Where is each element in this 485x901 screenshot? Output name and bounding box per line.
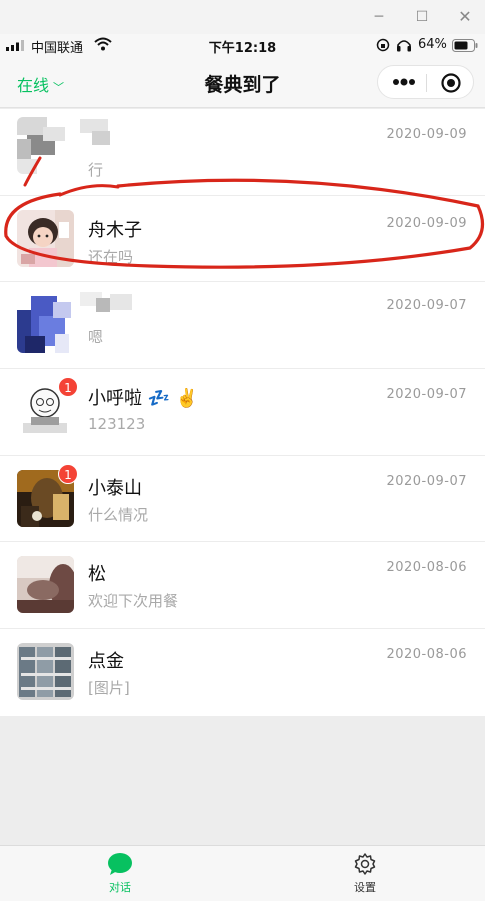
chat-date: 2020-09-09: [386, 215, 467, 231]
close-miniprogram-icon[interactable]: [440, 72, 462, 94]
window-titlebar: ─ ☐ ✕: [0, 0, 485, 34]
chat-row[interactable]: 1 小呼啦 💤 ✌️ 2020-09-07 123123: [0, 369, 485, 456]
avatar: [17, 556, 74, 614]
status-bar: 中国联通 下午12:18 64%: [0, 34, 485, 56]
chat-preview: 嗯: [88, 328, 104, 347]
chat-name: 小泰山: [88, 477, 142, 499]
chat-preview: 行: [88, 161, 104, 179]
chat-row[interactable]: 松 2020-08-06 欢迎下次用餐: [0, 542, 485, 630]
chat-date: 2020-09-09: [386, 127, 467, 142]
gear-icon: [354, 853, 376, 875]
chat-preview: 什么情况: [88, 505, 149, 524]
chat-list: 2020-09-09 行 舟木子 2020-09-09 还在吗 2020-09-…: [0, 109, 485, 716]
battery-percent: 64%: [418, 37, 447, 52]
chat-name: 点金: [88, 651, 124, 673]
chat-preview: 欢迎下次用餐: [88, 592, 179, 611]
maximize-button[interactable]: ☐: [411, 6, 433, 28]
chat-row[interactable]: 2020-09-07 嗯: [0, 282, 485, 370]
chat-row[interactable]: 1 小泰山 2020-09-07 什么情况: [0, 456, 485, 543]
chat-row[interactable]: 点金 2020-08-06 [图片]: [0, 629, 485, 716]
tab-settings-label: 设置: [354, 881, 376, 894]
chat-preview: 还在吗: [88, 247, 134, 266]
chat-preview: 123123: [88, 415, 146, 434]
chat-preview: [图片]: [88, 679, 130, 698]
tab-settings[interactable]: 设置: [325, 852, 405, 895]
nav-bar: 在线 ﹀ 餐典到了: [0, 56, 485, 108]
blurred-name: [80, 292, 132, 313]
avatar: [17, 643, 74, 701]
avatar: [17, 209, 74, 267]
tab-bar: 对话 设置: [0, 845, 485, 901]
avatar: [17, 117, 74, 174]
tab-conversations[interactable]: 对话: [80, 852, 160, 895]
clock-time: 下午12:18: [208, 41, 277, 56]
headphones-icon: [397, 40, 411, 52]
chat-row[interactable]: 2020-09-09 行: [0, 109, 485, 196]
chat-row[interactable]: 舟木子 2020-09-09 还在吗: [0, 196, 485, 283]
chat-date: 2020-09-07: [386, 473, 467, 489]
battery-icon: [452, 39, 478, 52]
chat-date: 2020-09-07: [386, 387, 467, 403]
capsule-divider: [426, 74, 427, 92]
chat-name: 小呼啦 💤 ✌️: [88, 388, 199, 410]
blurred-name: [80, 119, 110, 145]
chat-name: 舟木子: [88, 219, 142, 241]
minimize-button[interactable]: ─: [368, 6, 390, 28]
chat-name: 松: [88, 564, 106, 586]
more-icon[interactable]: [388, 71, 420, 93]
orientation-lock-icon: [376, 38, 390, 52]
chat-date: 2020-08-06: [386, 560, 467, 576]
unread-badge: 1: [58, 463, 78, 484]
unread-badge: 1: [58, 377, 78, 398]
avatar: [17, 296, 74, 354]
close-window-button[interactable]: ✕: [454, 6, 476, 28]
chat-bubble-icon: [108, 853, 132, 875]
chat-date: 2020-09-07: [386, 298, 467, 314]
chat-date: 2020-08-06: [386, 647, 467, 663]
miniprogram-capsule: [377, 65, 474, 99]
tab-conversations-label: 对话: [109, 881, 131, 894]
